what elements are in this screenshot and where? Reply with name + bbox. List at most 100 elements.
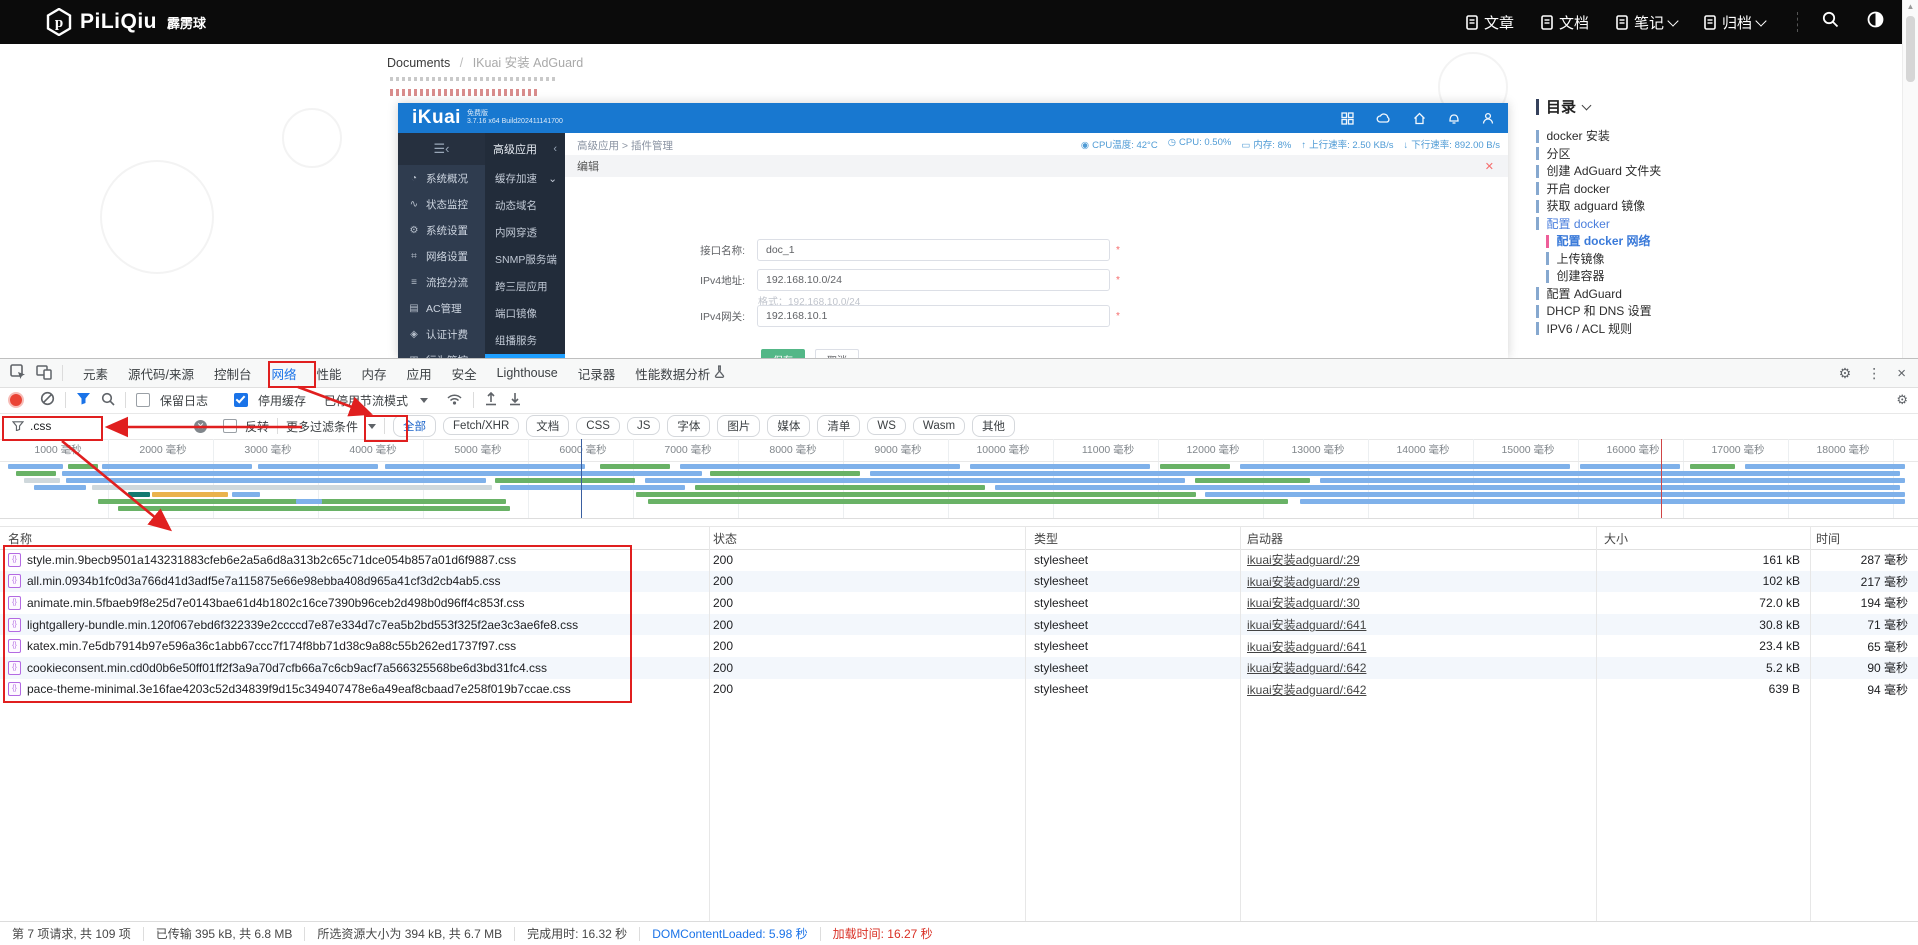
devtools-tab-Lighthouse[interactable]: Lighthouse (487, 359, 568, 387)
toc-item[interactable]: 创建容器 (1546, 269, 1836, 283)
devtools-tab-应用[interactable]: 应用 (397, 359, 442, 387)
table-row[interactable]: {}animate.min.5fbaeb9f8e25d7e0143bae61d4… (0, 592, 1918, 614)
scrollbar-up-arrow[interactable]: ▲ (1903, 0, 1918, 14)
close-icon[interactable]: ✕ (1485, 160, 1494, 173)
ikuai-menu-系统概况[interactable]: ◔系统概况 (398, 165, 485, 191)
devtools-tab-元素[interactable]: 元素 (73, 359, 118, 387)
request-name-cell[interactable]: {}lightgallery-bundle.min.120f067ebd6f32… (8, 614, 578, 636)
site-logo[interactable]: p PiLiQiu 霹雳球 (46, 8, 206, 36)
device-toolbar-icon[interactable] (36, 364, 52, 383)
table-row[interactable]: {}style.min.9becb9501a143231883cfeb6e2a5… (0, 549, 1918, 571)
filter-chip-字体[interactable]: 字体 (667, 415, 710, 437)
toc-item[interactable]: 配置 docker 网络 (1546, 234, 1836, 248)
devtools-settings-gear-icon[interactable]: ⚙ (1839, 365, 1852, 382)
ikuai-menu-认证计费[interactable]: ◈认证计费 (398, 321, 485, 347)
network-settings-gear-icon[interactable]: ⚙ (1896, 392, 1908, 408)
initiator-link[interactable]: ikuai安装adguard/:641 (1247, 638, 1366, 655)
initiator-link[interactable]: ikuai安装adguard/:642 (1247, 681, 1366, 698)
ikuai-menu-行为管控[interactable]: ▦行为管控 (398, 347, 485, 358)
toc-item[interactable]: DHCP 和 DNS 设置 (1536, 304, 1836, 318)
filter-toggle-icon[interactable] (76, 392, 91, 408)
ikuai-submenu-端口镜像[interactable]: 端口镜像 (485, 300, 565, 327)
devtools-kebab-menu-icon[interactable]: ⋮ (1867, 365, 1881, 382)
filter-chip-媒体[interactable]: 媒体 (767, 415, 810, 437)
ikuai-menu-系统设置[interactable]: ⚙系统设置 (398, 217, 485, 243)
request-name-cell[interactable]: {}style.min.9becb9501a143231883cfeb6e2a5… (8, 549, 516, 571)
toc-item[interactable]: 分区 (1536, 147, 1836, 161)
col-header-type[interactable]: 类型 (1034, 527, 1058, 549)
devtools-tab-内存[interactable]: 内存 (352, 359, 397, 387)
toc-item[interactable]: 配置 docker (1536, 217, 1836, 231)
more-filters-dropdown[interactable]: 更多过滤条件 (286, 418, 358, 435)
ikuai-submenu-动态域名[interactable]: 动态域名 (485, 192, 565, 219)
ikuai-menu-状态监控[interactable]: ∿状态监控 (398, 191, 485, 217)
devtools-tab-控制台[interactable]: 控制台 (204, 359, 262, 387)
toc-item[interactable]: 配置 AdGuard (1536, 287, 1836, 301)
devtools-tab-性能数据分析[interactable]: 性能数据分析 (625, 359, 735, 387)
scrollbar-thumb[interactable] (1906, 16, 1915, 82)
dark-mode-toggle-icon[interactable] (1867, 11, 1884, 33)
breadcrumb-root[interactable]: Documents (387, 56, 450, 70)
filter-chip-清单[interactable]: 清单 (817, 415, 860, 437)
throttling-dropdown[interactable]: 已停用节流模式 (324, 392, 408, 409)
request-name-cell[interactable]: {}cookieconsent.min.cd0d0b6e50ff01ff2f3a… (8, 657, 547, 679)
table-row[interactable]: {}cookieconsent.min.cd0d0b6e50ff01ff2f3a… (0, 657, 1918, 679)
table-row[interactable]: {}pace-theme-minimal.3e16fae4203c52d3483… (0, 679, 1918, 701)
inspect-element-icon[interactable] (10, 364, 26, 383)
more-filters-caret-icon[interactable] (368, 424, 376, 429)
initiator-link[interactable]: ikuai安装adguard/:642 (1247, 659, 1366, 676)
request-name-cell[interactable]: {}animate.min.5fbaeb9f8e25d7e0143bae61d4… (8, 592, 525, 614)
toc-item[interactable]: IPV6 / ACL 规则 (1536, 322, 1836, 336)
throttling-caret-icon[interactable] (420, 398, 428, 403)
ipv4-address-field[interactable]: 192.168.10.0/24 (757, 269, 1110, 291)
search-icon[interactable] (1822, 11, 1839, 33)
cloud-icon[interactable] (1376, 112, 1391, 125)
col-header-size[interactable]: 大小 (1604, 527, 1628, 549)
table-row[interactable]: {}lightgallery-bundle.min.120f067ebd6f32… (0, 614, 1918, 636)
filter-chip-Wasm[interactable]: Wasm (913, 417, 965, 435)
nav-item-archive[interactable]: 归档 (1703, 12, 1765, 33)
filter-chip-WS[interactable]: WS (867, 417, 906, 435)
ikuai-submenu-header[interactable]: 高级应用‹ (485, 133, 565, 165)
initiator-link[interactable]: ikuai安装adguard/:641 (1247, 616, 1366, 633)
ikuai-menu-流控分流[interactable]: ≡流控分流 (398, 269, 485, 295)
filter-chip-文档[interactable]: 文档 (526, 415, 569, 437)
nav-item-notes[interactable]: 笔记 (1615, 12, 1677, 33)
ikuai-submenu-跨三层应用[interactable]: 跨三层应用 (485, 273, 565, 300)
filter-chip-其他[interactable]: 其他 (972, 415, 1015, 437)
ikuai-submenu-缓存加速[interactable]: 缓存加速⌄ (485, 165, 565, 192)
table-row[interactable]: {}katex.min.7e5db7914b97e596a36c1abb67cc… (0, 635, 1918, 657)
preserve-log-checkbox[interactable] (136, 393, 150, 407)
ikuai-submenu-组播服务[interactable]: 组播服务 (485, 327, 565, 354)
initiator-link[interactable]: ikuai安装adguard/:29 (1247, 573, 1360, 590)
bell-icon[interactable] (1448, 112, 1460, 125)
col-header-initiator[interactable]: 启动器 (1247, 527, 1283, 549)
network-conditions-icon[interactable] (446, 392, 463, 409)
network-filter-input[interactable]: .css (8, 416, 162, 436)
filter-chip-全部[interactable]: 全部 (393, 415, 436, 437)
devtools-close-icon[interactable]: × (1897, 365, 1906, 382)
toc-item[interactable]: docker 安装 (1536, 129, 1836, 143)
ipv4-gateway-field[interactable]: 192.168.10.1 (757, 305, 1110, 327)
request-name-cell[interactable]: {}katex.min.7e5db7914b97e596a36c1abb67cc… (8, 635, 516, 657)
col-header-status[interactable]: 状态 (713, 527, 737, 549)
toc-item[interactable]: 创建 AdGuard 文件夹 (1536, 164, 1836, 178)
import-har-icon[interactable] (484, 391, 498, 409)
disable-cache-checkbox[interactable] (234, 393, 248, 407)
request-name-cell[interactable]: {}pace-theme-minimal.3e16fae4203c52d3483… (8, 679, 571, 701)
devtools-tab-网络[interactable]: 网络 (262, 359, 307, 387)
invert-filter-checkbox[interactable] (223, 419, 237, 433)
col-header-name[interactable]: 名称 (8, 527, 32, 549)
col-header-time[interactable]: 时间 (1816, 527, 1840, 549)
ikuai-menu-AC管理[interactable]: ▤AC管理 (398, 295, 485, 321)
devtools-tab-源代码/来源[interactable]: 源代码/来源 (118, 359, 204, 387)
invert-filter-label[interactable]: 反转 (245, 418, 269, 435)
home-icon[interactable] (1413, 112, 1426, 125)
interface-name-field[interactable]: doc_1 (757, 239, 1110, 261)
toc-title[interactable]: 目录 (1536, 96, 1836, 117)
ikuai-submenu-SNMP服务端[interactable]: SNMP服务端 (485, 246, 565, 273)
toc-item[interactable]: 开启 docker (1536, 182, 1836, 196)
filter-chip-CSS[interactable]: CSS (576, 417, 620, 435)
export-har-icon[interactable] (508, 391, 522, 409)
nav-item-docs[interactable]: 文档 (1540, 12, 1589, 33)
